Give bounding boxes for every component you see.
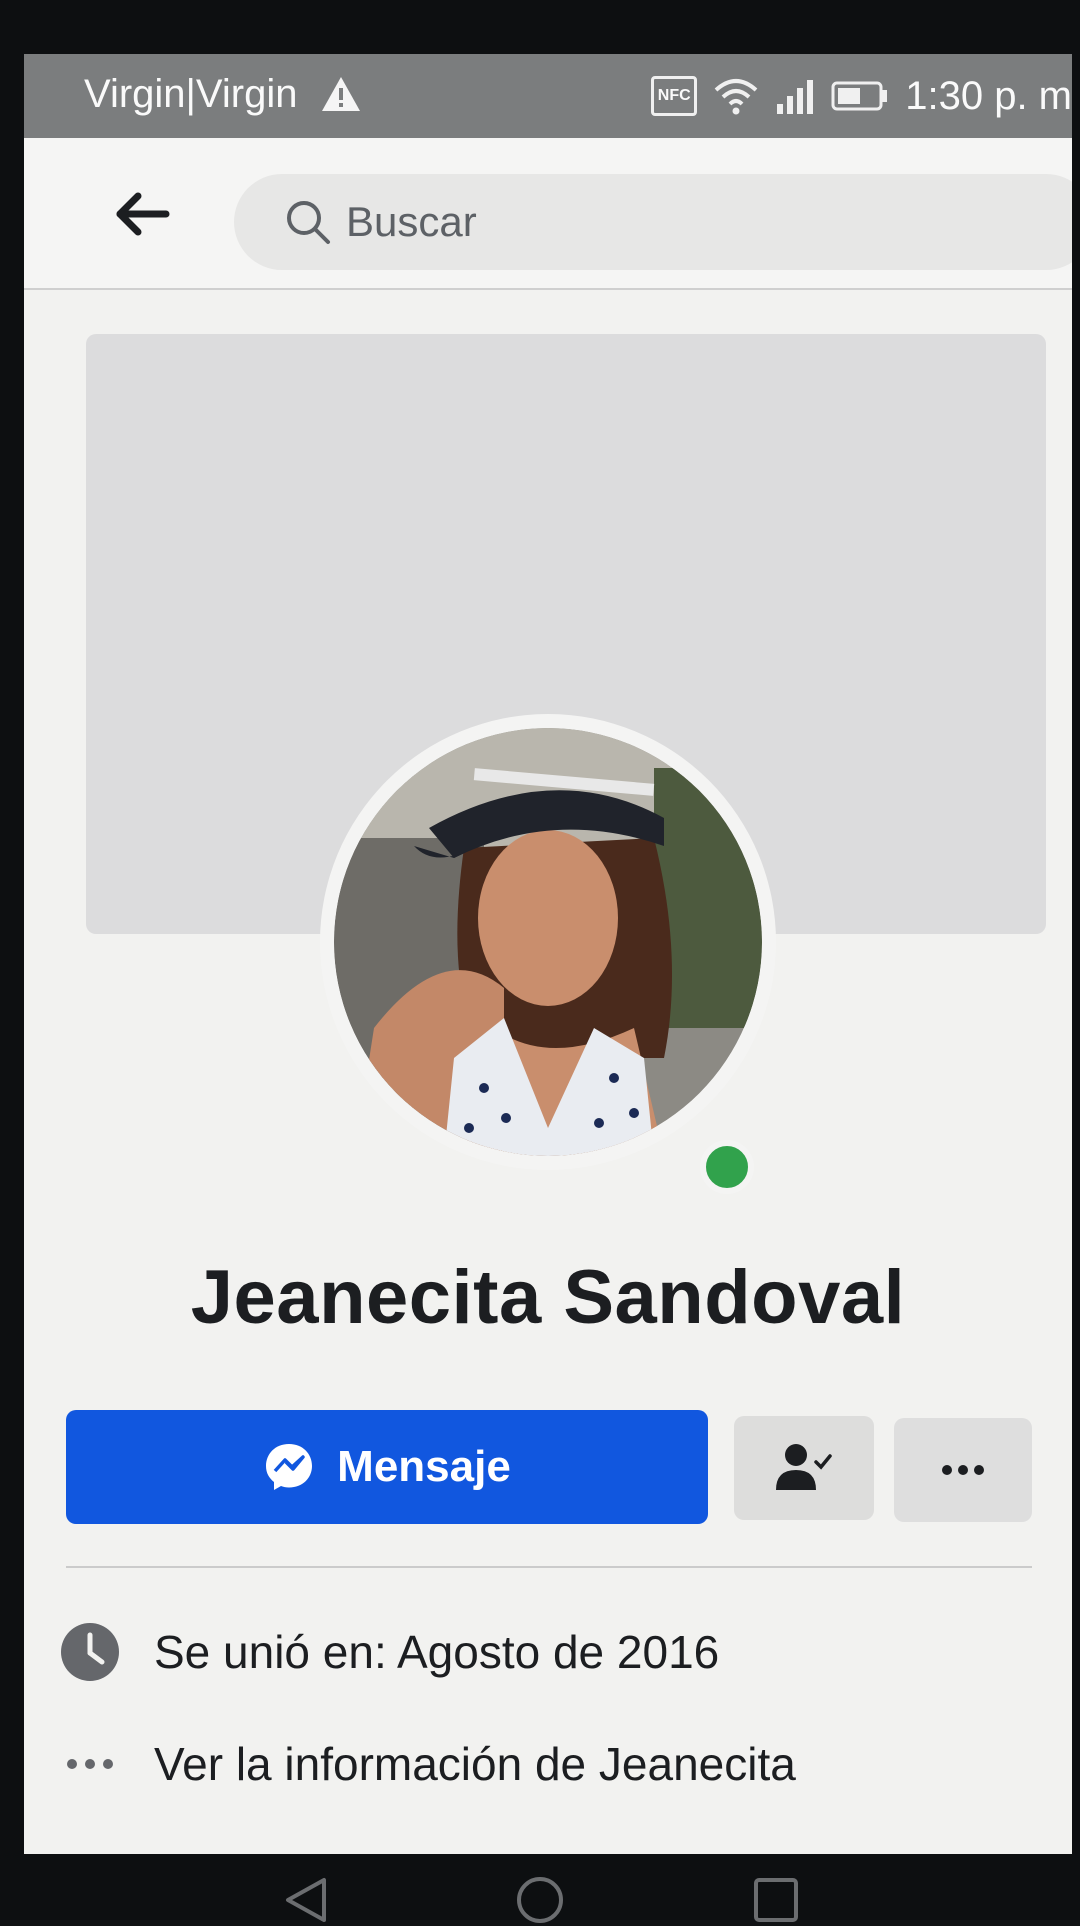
- clock-icon: [61, 1623, 119, 1681]
- search-input[interactable]: Buscar: [234, 174, 1072, 270]
- profile-name: Jeanecita Sandoval: [190, 1255, 906, 1340]
- about-link-text: Ver la información de Jeanecita: [154, 1738, 796, 1790]
- back-arrow-icon[interactable]: [114, 192, 170, 236]
- carrier-name: Virgin|Virgin: [84, 72, 298, 116]
- status-icons: NFC 1:30 p. m: [651, 68, 1072, 124]
- joined-info-row: Se unió en: Agosto de 2016: [60, 1622, 719, 1682]
- more-dots-icon: [67, 1759, 113, 1769]
- avatar[interactable]: [334, 728, 762, 1156]
- messenger-icon: [266, 1444, 313, 1490]
- search-header: Buscar: [24, 138, 1072, 290]
- nav-home-icon[interactable]: [514, 1874, 566, 1926]
- more-options-button[interactable]: [894, 1418, 1032, 1522]
- wifi-icon: [714, 79, 758, 115]
- friends-button[interactable]: [734, 1416, 874, 1520]
- app-screen: Virgin|Virgin NFC 1:30 p. m Buscar Jeane…: [24, 54, 1072, 1854]
- joined-text: Se unió en: Agosto de 2016: [154, 1626, 720, 1678]
- search-icon: [287, 201, 330, 244]
- profile-picture-frame[interactable]: [320, 714, 776, 1170]
- battery-icon: [831, 81, 888, 111]
- friends-check-icon: [776, 1444, 832, 1490]
- nav-back-icon[interactable]: [280, 1874, 332, 1926]
- more-dots-icon: [942, 1465, 984, 1475]
- nav-recents-icon[interactable]: [750, 1874, 802, 1926]
- about-info-row[interactable]: Ver la información de Jeanecita: [60, 1734, 796, 1794]
- message-button-label: Mensaje: [337, 1442, 511, 1491]
- nfc-icon: NFC: [651, 76, 698, 116]
- status-bar: Virgin|Virgin NFC 1:30 p. m: [24, 54, 1072, 138]
- search-placeholder: Buscar: [346, 198, 477, 245]
- system-nav-bar: [0, 1854, 1080, 1923]
- divider: [66, 1566, 1032, 1568]
- warning-icon: [322, 77, 360, 111]
- signal-icon: [777, 80, 814, 114]
- status-time: 1:30 p. m: [905, 74, 1072, 118]
- message-button[interactable]: Mensaje: [66, 1410, 708, 1524]
- online-status-dot: [700, 1140, 754, 1194]
